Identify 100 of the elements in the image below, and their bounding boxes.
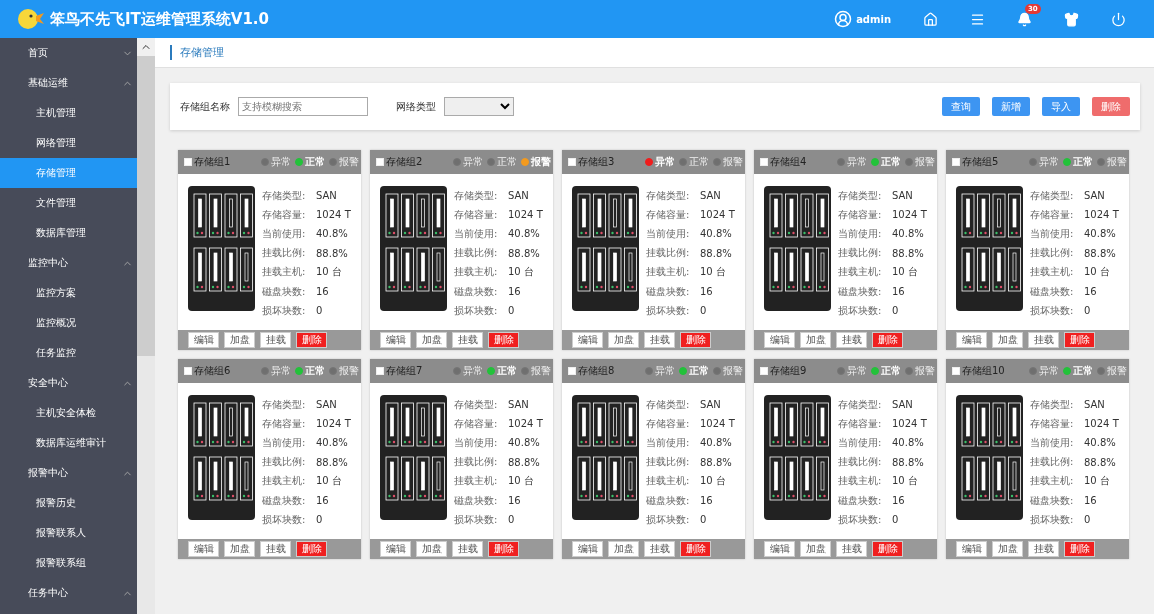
delete-button[interactable]: 删除 <box>488 541 519 557</box>
card-button[interactable]: 编辑 <box>764 541 795 557</box>
checkbox[interactable] <box>376 367 384 375</box>
delete-button[interactable]: 删除 <box>488 332 519 348</box>
field-label: 当前使用: <box>1030 435 1075 450</box>
delete-button[interactable]: 删除 <box>872 332 903 348</box>
checkbox[interactable] <box>568 367 576 375</box>
scrollbar[interactable] <box>137 38 155 614</box>
checkbox[interactable] <box>568 158 576 166</box>
field-label: 存储容量: <box>1030 207 1075 222</box>
sidebar-group[interactable]: 任务中心 <box>0 578 137 608</box>
delete-button[interactable]: 删除 <box>296 332 327 348</box>
card-button[interactable]: 编辑 <box>572 332 603 348</box>
field-label: 挂载比例: <box>262 246 307 261</box>
delete-button[interactable]: 删除 <box>680 541 711 557</box>
card-button[interactable]: 挂载 <box>1028 332 1059 348</box>
sidebar-group[interactable]: 监控中心 <box>0 248 137 278</box>
sidebar-item[interactable]: 网络管理 <box>0 128 137 158</box>
field-label: 挂载主机: <box>646 265 691 280</box>
sidebar-item[interactable]: 主机管理 <box>0 98 137 128</box>
sidebar-item[interactable]: 主机安全体检 <box>0 398 137 428</box>
card-button[interactable]: 编辑 <box>572 541 603 557</box>
sidebar-item[interactable]: 报警联系组 <box>0 548 137 578</box>
field-label: 挂载比例: <box>454 246 499 261</box>
card-button[interactable]: 挂载 <box>260 332 291 348</box>
field-value: 40.8% <box>700 228 732 240</box>
card-button[interactable]: 加盘 <box>224 541 255 557</box>
sidebar-item[interactable]: 报警联系人 <box>0 518 137 548</box>
card-button[interactable]: 编辑 <box>956 332 987 348</box>
card-button[interactable]: 挂载 <box>260 541 291 557</box>
sidebar-item[interactable]: 监控方案 <box>0 278 137 308</box>
card-button[interactable]: 加盘 <box>224 332 255 348</box>
field-label: 挂载比例: <box>646 455 691 470</box>
delete-button[interactable]: 删除 <box>680 332 711 348</box>
field-label: 当前使用: <box>262 435 307 450</box>
card-button[interactable]: 挂载 <box>452 541 483 557</box>
sidebar-item[interactable]: 数据库运维审计 <box>0 428 137 458</box>
sidebar-item[interactable]: 文件管理 <box>0 188 137 218</box>
sidebar-group[interactable]: 报警中心 <box>0 458 137 488</box>
field-label: 存储容量: <box>1030 416 1075 431</box>
field-value: SAN <box>1084 190 1105 202</box>
card-button[interactable]: 编辑 <box>380 332 411 348</box>
card-button[interactable]: 编辑 <box>188 332 219 348</box>
checkbox[interactable] <box>184 158 192 166</box>
card-button[interactable]: 挂载 <box>644 332 675 348</box>
card-button[interactable]: 编辑 <box>380 541 411 557</box>
card-button[interactable]: 加盘 <box>416 541 447 557</box>
card-button[interactable]: 加盘 <box>608 332 639 348</box>
card-button[interactable]: 加盘 <box>992 332 1023 348</box>
sidebar-item[interactable]: 报警历史 <box>0 488 137 518</box>
field-label: 存储类型: <box>838 397 883 412</box>
field-label: 挂载比例: <box>838 246 883 261</box>
network-type-select[interactable] <box>444 97 514 116</box>
status-label: 报警 <box>1107 364 1127 378</box>
field-value: 10 台 <box>700 265 726 280</box>
card-button[interactable]: 挂载 <box>452 332 483 348</box>
card-button[interactable]: 加盘 <box>992 541 1023 557</box>
card-title: 存储组2 <box>386 155 423 169</box>
card-button[interactable]: 加盘 <box>608 541 639 557</box>
field-value: 0 <box>316 305 323 317</box>
checkbox[interactable] <box>760 158 768 166</box>
card-button[interactable]: 加盘 <box>800 541 831 557</box>
card-button[interactable]: 挂载 <box>1028 541 1059 557</box>
card-button[interactable]: 挂载 <box>644 541 675 557</box>
field-label: 存储类型: <box>454 397 499 412</box>
field-value: SAN <box>892 399 913 411</box>
field-value: 1024 T <box>1084 209 1119 221</box>
checkbox[interactable] <box>952 158 960 166</box>
name-search-field[interactable]: 支持模糊搜索 <box>238 97 368 116</box>
field-value: 10 台 <box>892 265 918 280</box>
delete-button[interactable]: 删除 <box>872 541 903 557</box>
sidebar-group[interactable]: 安全中心 <box>0 368 137 398</box>
sidebar-item[interactable]: 数据库管理 <box>0 218 137 248</box>
sidebar-item[interactable]: 监控概况 <box>0 308 137 338</box>
field-value: SAN <box>700 399 721 411</box>
checkbox[interactable] <box>760 367 768 375</box>
sidebar-item[interactable]: 任务监控 <box>0 338 137 368</box>
sidebar-group[interactable]: 首页 <box>0 38 137 68</box>
checkbox[interactable] <box>952 367 960 375</box>
status-label: 正常 <box>1073 364 1093 378</box>
checkbox[interactable] <box>184 367 192 375</box>
field-label: 磁盘块数: <box>646 284 691 299</box>
user-avatar-icon <box>834 10 853 28</box>
card-button[interactable]: 挂载 <box>836 332 867 348</box>
card-button[interactable]: 加盘 <box>800 332 831 348</box>
sidebar-group[interactable]: 基础运维 <box>0 68 137 98</box>
card-button[interactable]: 加盘 <box>416 332 447 348</box>
delete-button[interactable]: 删除 <box>1064 332 1095 348</box>
delete-button[interactable]: 删除 <box>296 541 327 557</box>
card-button[interactable]: 编辑 <box>956 541 987 557</box>
card-button[interactable]: 挂载 <box>836 541 867 557</box>
status-label: 正常 <box>689 364 709 378</box>
delete-button[interactable]: 删除 <box>1064 541 1095 557</box>
card-button[interactable]: 编辑 <box>764 332 795 348</box>
field-value: 10 台 <box>892 474 918 489</box>
field-label: 挂载主机: <box>838 265 883 280</box>
card-button[interactable]: 编辑 <box>188 541 219 557</box>
card-title: 存储组10 <box>962 364 1005 378</box>
checkbox[interactable] <box>376 158 384 166</box>
scroll-thumb[interactable] <box>137 56 155 356</box>
